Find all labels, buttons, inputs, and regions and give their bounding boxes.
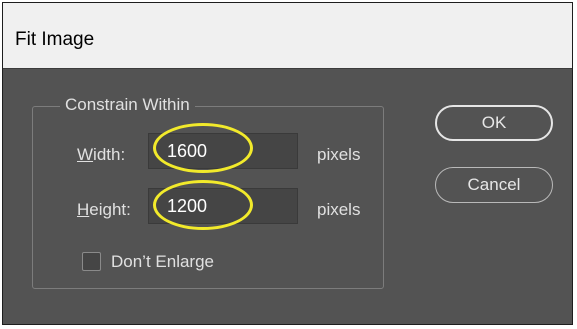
- constrain-within-legend: Constrain Within: [60, 95, 195, 115]
- width-input[interactable]: 1600: [148, 133, 298, 169]
- width-label-text: idth:: [93, 145, 126, 164]
- height-label-text: eight:: [89, 200, 131, 219]
- dont-enlarge-checkbox[interactable]: [82, 252, 101, 271]
- width-label-accelerator: W: [77, 145, 94, 164]
- width-label: Width:: [77, 145, 125, 165]
- cancel-button[interactable]: Cancel: [435, 167, 553, 203]
- width-unit-label: pixels: [317, 145, 361, 164]
- dialog-titlebar: Fit Image: [3, 3, 572, 69]
- height-input[interactable]: 1200: [148, 188, 298, 224]
- dialog-title: Fit Image: [15, 29, 95, 50]
- height-unit-label: pixels: [317, 200, 361, 219]
- height-label-accelerator: H: [77, 200, 90, 219]
- ok-button[interactable]: OK: [435, 105, 553, 141]
- height-label: Height:: [77, 200, 131, 220]
- dont-enlarge-label: Don’t Enlarge: [111, 252, 215, 271]
